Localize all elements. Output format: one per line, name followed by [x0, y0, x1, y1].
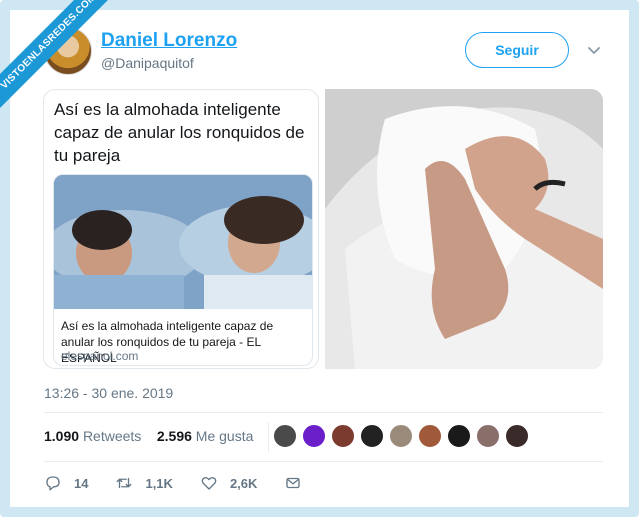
reply-icon: [46, 476, 60, 491]
tweet-stats: 1.090 Retweets 2.596 Me gusta: [44, 428, 253, 444]
retweet-count: 1,1K: [145, 475, 173, 491]
envelope-icon: [286, 477, 301, 489]
retweet-button[interactable]: 1,1K: [115, 474, 173, 492]
tweet-media-left[interactable]: Así es la almohada inteligente capaz de …: [43, 89, 319, 369]
divider-bottom: [44, 461, 603, 462]
liker-avatar[interactable]: [418, 424, 442, 448]
liker-avatar[interactable]: [360, 424, 384, 448]
watermark-text: VISTOENLASREDES.COM: [0, 0, 125, 118]
likes-label: Me gusta: [195, 428, 254, 444]
retweets-count: 1.090: [44, 428, 80, 444]
watermark-ribbon: VISTOENLASREDES.COM: [0, 0, 130, 130]
link-preview-card[interactable]: Así es la almohada inteligente capaz de …: [53, 174, 313, 366]
likes-stat[interactable]: 2.596 Me gusta: [157, 428, 254, 444]
message-button[interactable]: [284, 474, 314, 492]
divider-top: [44, 412, 603, 413]
chevron-down-icon[interactable]: [586, 42, 602, 58]
reply-count: 14: [74, 475, 89, 491]
liker-avatar[interactable]: [476, 424, 500, 448]
retweets-label: Retweets: [82, 428, 142, 444]
like-button[interactable]: 2,6K: [200, 474, 257, 492]
stats-divider: [268, 422, 269, 452]
retweets-stat[interactable]: 1.090 Retweets: [44, 428, 141, 444]
liker-avatar[interactable]: [447, 424, 471, 448]
link-preview-image: [54, 175, 312, 309]
liker-avatar[interactable]: [331, 424, 355, 448]
liker-avatar[interactable]: [273, 424, 297, 448]
heart-icon: [201, 476, 217, 490]
link-preview-domain: elespanol.com: [61, 349, 139, 363]
reply-button[interactable]: 14: [44, 474, 88, 492]
tweet-timestamp[interactable]: 13:26 - 30 ene. 2019: [44, 385, 173, 401]
liker-avatar[interactable]: [302, 424, 326, 448]
liker-avatars: [273, 424, 534, 448]
follow-button[interactable]: Seguir: [465, 32, 569, 68]
liker-avatar[interactable]: [389, 424, 413, 448]
like-count: 2,6K: [229, 475, 258, 491]
likes-count: 2.596: [156, 428, 192, 444]
tweet-actions: 14 1,1K 2,6K: [44, 474, 341, 492]
liker-avatar[interactable]: [505, 424, 529, 448]
retweet-icon: [117, 477, 132, 489]
tweet-media-right[interactable]: [325, 89, 603, 369]
